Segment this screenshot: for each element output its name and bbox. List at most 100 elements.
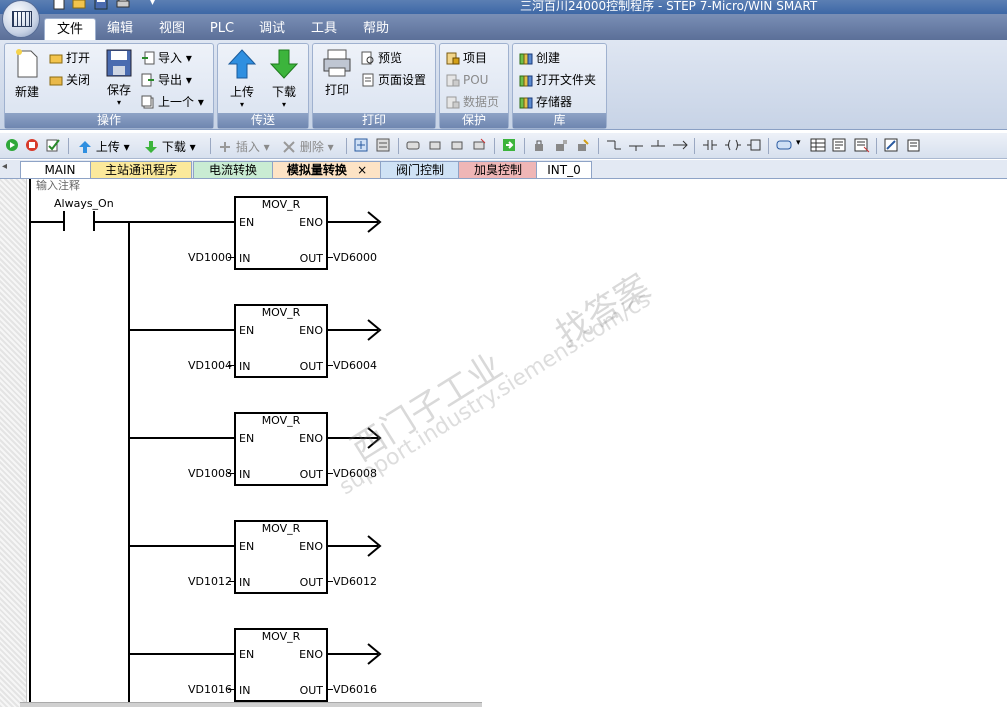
open-button[interactable]: 打开	[49, 48, 90, 68]
tab-main[interactable]: MAIN	[20, 161, 100, 178]
lock-icon[interactable]	[532, 138, 546, 154]
go-to-icon[interactable]	[502, 138, 516, 154]
new-button[interactable]: 新建	[9, 48, 45, 100]
next-bookmark-icon[interactable]	[450, 138, 464, 154]
protect-project-button[interactable]: 项目	[446, 48, 487, 68]
print-button[interactable]: 打印	[319, 48, 355, 98]
mov-r-block[interactable]: MOV_R EN ENO IN OUT	[234, 628, 328, 702]
out-operand[interactable]: VD6016	[333, 683, 377, 696]
tab-odorization-control[interactable]: 加臭控制	[458, 161, 538, 178]
symbol-table-icon[interactable]	[810, 138, 826, 154]
compile-icon[interactable]	[46, 138, 60, 154]
contact-address[interactable]: Always_On	[54, 197, 114, 210]
in-operand[interactable]: VD1000	[188, 251, 232, 264]
upload-button[interactable]: 上传 ▾	[224, 48, 260, 109]
upload-dropdown-icon[interactable]: ▾	[224, 100, 260, 109]
pou-comment-icon[interactable]	[854, 138, 870, 154]
network-view-icon[interactable]	[376, 138, 390, 154]
toolbar-download-button[interactable]: 下载 ▾	[144, 138, 196, 154]
in-operand[interactable]: VD1004	[188, 359, 232, 372]
print-icon[interactable]	[116, 0, 130, 10]
menu-file[interactable]: 文件	[44, 18, 96, 41]
download-dropdown-icon[interactable]: ▾	[266, 100, 302, 109]
properties-icon[interactable]	[906, 138, 922, 154]
tab-int0[interactable]: INT_0	[536, 161, 592, 178]
mov-r-block[interactable]: MOV_R EN ENO IN OUT	[234, 520, 328, 594]
out-operand[interactable]: VD6012	[333, 575, 377, 588]
in-operand[interactable]: VD1016	[188, 683, 232, 696]
library-create-button[interactable]: 创建	[519, 48, 560, 68]
address-comment-icon[interactable]	[832, 138, 848, 154]
menu-help[interactable]: 帮助	[356, 18, 396, 40]
mov-r-block[interactable]: MOV_R EN ENO IN OUT	[234, 196, 328, 270]
network-comment-icon[interactable]	[884, 138, 900, 154]
open-folder-icon[interactable]	[72, 0, 86, 10]
contact-icon[interactable]	[702, 138, 718, 154]
library-open-folder-button[interactable]: 打开文件夹	[519, 70, 596, 90]
import-button[interactable]: 导入 ▾	[141, 48, 192, 68]
bookmark-icon[interactable]	[406, 138, 420, 154]
save-button[interactable]: 保存 ▾	[101, 48, 137, 107]
horizontal-scrollbar[interactable]	[20, 702, 482, 707]
toolbar-insert-button[interactable]: 插入 ▾	[218, 138, 270, 154]
menu-tools[interactable]: 工具	[304, 18, 344, 40]
contact-left-bar[interactable]	[63, 211, 65, 231]
save-icon[interactable]	[94, 0, 108, 10]
library-memory-button[interactable]: 存储器	[519, 92, 572, 112]
out-operand[interactable]: VD6008	[333, 467, 377, 480]
prev-bookmark-icon[interactable]	[428, 138, 442, 154]
import-button-label: 导入	[158, 51, 183, 65]
export-button[interactable]: 导出 ▾	[141, 70, 192, 90]
preview-button[interactable]: 预览	[361, 48, 402, 68]
tab-scroll-left-icon[interactable]: ◂	[2, 161, 7, 172]
tab-analog-convert[interactable]: 模拟量转换 ×	[272, 161, 382, 178]
branch-line-up-icon[interactable]	[650, 138, 666, 154]
box-icon[interactable]	[746, 138, 762, 154]
symbol-dropdown-icon[interactable]: ▾	[796, 138, 801, 154]
tab-valve-control[interactable]: 阀门控制	[380, 161, 460, 178]
coil-icon[interactable]	[724, 138, 742, 154]
close-tab-icon[interactable]: ×	[357, 163, 367, 177]
pin-out: OUT	[299, 468, 323, 481]
network-icon[interactable]	[354, 138, 368, 154]
toolbar-separator	[876, 138, 877, 154]
remove-bookmarks-icon[interactable]	[472, 138, 486, 154]
new-file-icon[interactable]	[52, 0, 66, 10]
toolbar-delete-button[interactable]: 删除 ▾	[282, 138, 334, 154]
out-operand[interactable]: VD6004	[333, 359, 377, 372]
previous-button[interactable]: 上一个 ▾	[141, 92, 204, 112]
toolbar-upload-label: 上传	[95, 140, 120, 154]
menu-plc[interactable]: PLC	[204, 18, 240, 40]
page-setup-button[interactable]: 页面设置	[361, 70, 426, 90]
toolbar-upload-button[interactable]: 上传 ▾	[78, 138, 130, 154]
protect-data-page-button[interactable]: 数据页	[446, 92, 499, 112]
mov-r-block[interactable]: MOV_R EN ENO IN OUT	[234, 412, 328, 486]
close-button[interactable]: 关闭	[49, 70, 90, 90]
in-operand[interactable]: VD1012	[188, 575, 232, 588]
preview-magnifier-icon	[361, 51, 374, 65]
tab-current-convert[interactable]: 电流转换	[193, 161, 273, 178]
mov-r-block[interactable]: MOV_R EN ENO IN OUT	[234, 304, 328, 378]
application-button[interactable]	[2, 0, 40, 38]
network-comment[interactable]: 输入注释	[36, 177, 80, 193]
menu-edit[interactable]: 编辑	[100, 18, 140, 40]
ladder-editor[interactable]: 输入注释 Always_On MOV_R EN ENO IN OUT VD100…	[0, 179, 1007, 707]
menu-debug[interactable]: 调试	[252, 18, 292, 40]
out-operand[interactable]: VD6000	[333, 251, 377, 264]
branch-line-down-icon[interactable]	[628, 138, 644, 154]
download-button[interactable]: 下载 ▾	[266, 48, 302, 109]
menu-view[interactable]: 视图	[152, 18, 192, 40]
in-operand[interactable]: VD1008	[188, 467, 232, 480]
symbol-icon[interactable]	[776, 138, 792, 154]
quick-access-dropdown-icon[interactable]: ▾	[150, 0, 164, 11]
lock-network-icon[interactable]	[554, 138, 568, 154]
branch-down-icon[interactable]	[606, 138, 622, 154]
run-icon[interactable]	[5, 138, 19, 154]
tab-master-comm[interactable]: 主站通讯程序	[90, 161, 192, 178]
stop-icon[interactable]	[25, 138, 39, 154]
branch-wire	[128, 221, 130, 707]
line-right-icon[interactable]	[672, 138, 688, 154]
protect-pou-button[interactable]: POU	[446, 70, 488, 90]
save-dropdown-icon[interactable]: ▾	[101, 98, 137, 107]
unlock-icon[interactable]	[576, 138, 590, 154]
